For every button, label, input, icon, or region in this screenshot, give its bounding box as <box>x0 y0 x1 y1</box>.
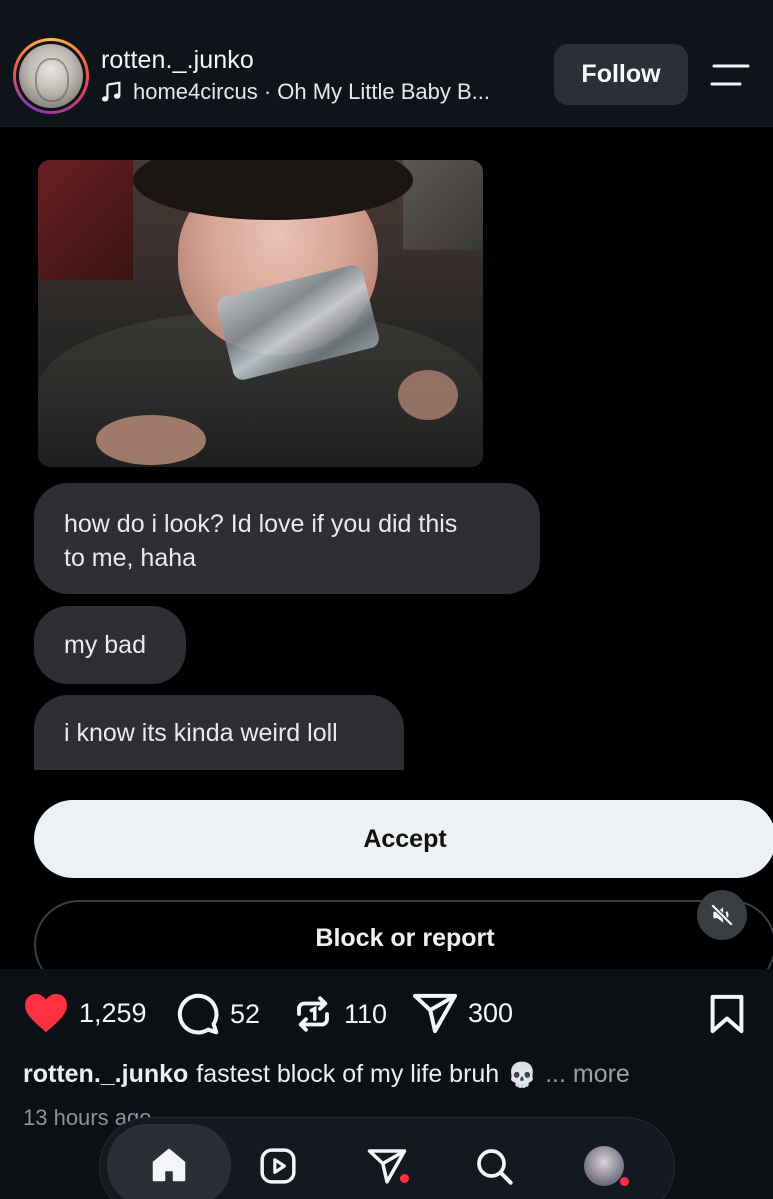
message-text: my bad <box>64 631 146 659</box>
avatar <box>19 44 83 108</box>
music-note-icon <box>101 81 121 102</box>
repost-count: 110 <box>344 998 388 1029</box>
profile-avatar-story-ring[interactable] <box>13 38 89 114</box>
like-action[interactable]: 1,259 <box>23 992 147 1034</box>
repost-action[interactable]: 110 <box>292 992 387 1036</box>
share-action[interactable]: 300 <box>412 992 513 1034</box>
more-link[interactable]: ... more <box>545 1060 630 1089</box>
message-bubble: how do i look? Id love if you did this t… <box>34 483 540 594</box>
bookmark-icon[interactable] <box>709 994 745 1034</box>
post-header: rotten._.junko home4circus · Oh My Littl… <box>0 0 773 127</box>
profile-avatar <box>584 1146 624 1186</box>
nav-profile[interactable] <box>544 1126 664 1199</box>
shared-photo <box>38 160 483 467</box>
comment-action[interactable]: 52 <box>176 992 260 1036</box>
nav-reels[interactable] <box>218 1126 338 1199</box>
reels-icon <box>260 1148 296 1184</box>
heart-filled-icon <box>25 993 67 1033</box>
nav-messages[interactable] <box>327 1126 447 1199</box>
mute-toggle[interactable] <box>697 890 747 940</box>
username[interactable]: rotten._.junko <box>101 46 254 75</box>
message-bubble: i know its kinda weird loll <box>34 695 404 770</box>
share-count: 300 <box>468 997 514 1028</box>
notification-dot <box>400 1174 409 1183</box>
accept-button: Accept <box>34 800 773 878</box>
music-label: home4circus · Oh My Little Baby B... <box>133 79 491 104</box>
follow-button[interactable]: Follow <box>554 44 688 105</box>
nav-home[interactable] <box>107 1124 231 1199</box>
search-icon <box>477 1149 513 1185</box>
caption-username[interactable]: rotten._.junko <box>23 1060 188 1089</box>
message-text: how do i look? Id love if you did this t… <box>64 509 458 572</box>
message-bubble: my bad <box>34 606 186 684</box>
repost-icon <box>297 996 329 1032</box>
send-icon <box>412 993 458 1034</box>
caption-text: fastest block of my life bruh <box>196 1060 500 1088</box>
nav-search[interactable] <box>434 1126 554 1199</box>
notification-dot <box>620 1177 629 1186</box>
speaker-muted-icon <box>710 903 734 927</box>
music-attribution[interactable]: home4circus · Oh My Little Baby B... <box>101 79 490 105</box>
skull-emoji: 💀 <box>507 1060 538 1089</box>
comment-count: 52 <box>230 998 261 1029</box>
like-count: 1,259 <box>79 997 147 1028</box>
block-or-report-button: Block or report <box>34 900 773 969</box>
message-text: i know its kinda weird loll <box>64 718 338 747</box>
home-icon <box>152 1148 186 1182</box>
reel-video[interactable]: how do i look? Id love if you did this t… <box>0 127 773 969</box>
menu-icon[interactable] <box>710 63 750 87</box>
post-caption: rotten._.junko fastest block of my life … <box>23 1060 630 1089</box>
comment-bubble-icon <box>177 993 219 1035</box>
